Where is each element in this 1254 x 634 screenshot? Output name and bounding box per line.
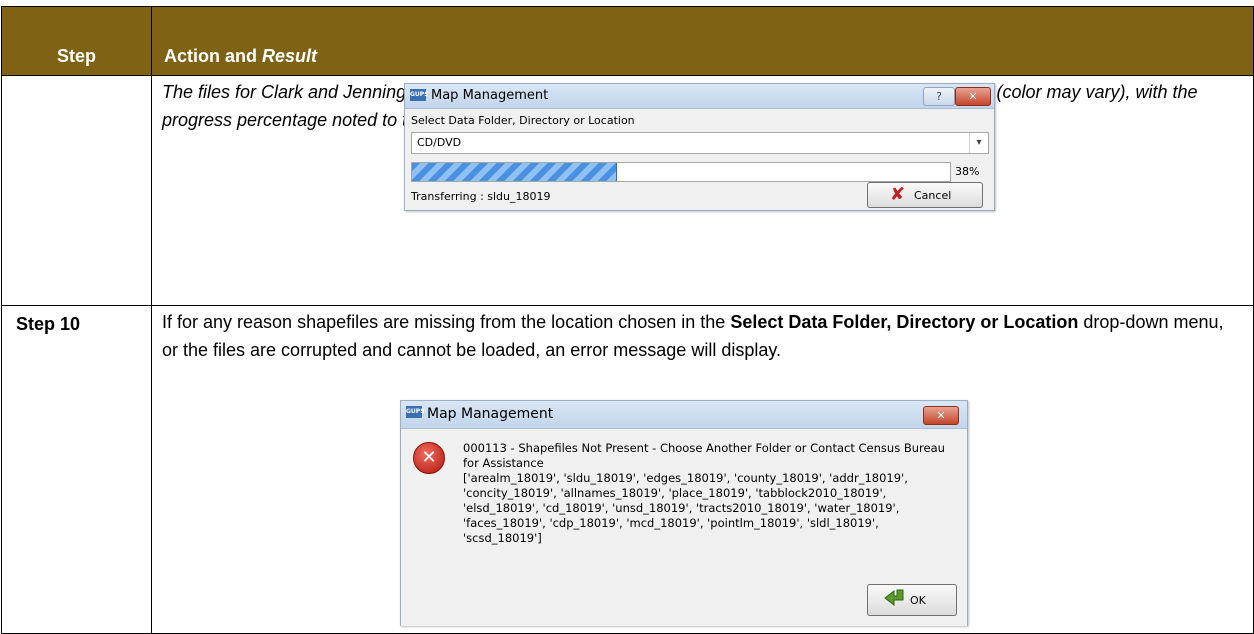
header-row: Step Action and Result: [1, 6, 1254, 76]
dialog-title: Map Management: [431, 88, 549, 103]
step-cell-empty: [1, 75, 152, 306]
close-icon[interactable]: ✕: [955, 87, 991, 106]
location-label: Select Data Folder, Directory or Locatio…: [411, 114, 635, 127]
close-icon[interactable]: ✕: [923, 406, 959, 425]
app-icon: GUPS: [406, 406, 425, 418]
dialog-titlebar: GUPS Map Management ? ✕: [405, 84, 994, 109]
table-row: Step 10 If for any reason shapefiles are…: [1, 305, 1254, 634]
action-text-a: If for any reason shapefiles are missing…: [162, 312, 731, 332]
table-row: The files for Clark and Jennings Countie…: [1, 75, 1254, 306]
steps-table: Step Action and Result The files for Cla…: [1, 6, 1254, 634]
action-cell: If for any reason shapefiles are missing…: [151, 305, 1254, 634]
location-dropdown[interactable]: CD/DVD ▾: [411, 132, 989, 154]
row-content: If for any reason shapefiles are missing…: [152, 306, 1253, 626]
dialog-title: Map Management: [427, 406, 554, 422]
app-icon: GUPS: [410, 89, 429, 101]
action-text: If for any reason shapefiles are missing…: [152, 306, 1253, 364]
error-icon: ✕: [413, 442, 445, 474]
action-cell: The files for Clark and Jennings Countie…: [151, 75, 1254, 306]
ok-label: OK: [910, 594, 926, 607]
progress-percent: 38%: [955, 165, 980, 178]
action-column-header: Action and Result: [151, 6, 1254, 76]
cancel-label: Cancel: [914, 189, 952, 202]
map-management-progress-dialog: GUPS Map Management ? ✕ Select Data Fold…: [404, 83, 995, 211]
row-content: The files for Clark and Jennings Countie…: [152, 76, 1253, 211]
result-header-text: Result: [262, 46, 318, 66]
ok-button[interactable]: OK: [867, 584, 957, 616]
cancel-button[interactable]: ✘ Cancel: [867, 182, 983, 208]
cancel-icon: ✘: [890, 184, 906, 205]
dropdown-value: CD/DVD: [417, 136, 462, 149]
help-icon[interactable]: ?: [923, 87, 955, 106]
action-header-text: Action and: [164, 46, 262, 66]
dropdown-arrow-icon[interactable]: ▾: [969, 133, 988, 153]
step-column-header: Step: [1, 6, 152, 76]
dialog-titlebar: GUPS Map Management ✕: [401, 401, 967, 429]
transfer-status: Transferring : sldu_18019: [411, 190, 551, 203]
progress-bar: [411, 162, 951, 182]
progress-fill: [412, 163, 618, 181]
map-management-error-dialog: GUPS Map Management ✕ ✕ 000113 - Shapefi…: [400, 400, 968, 626]
error-message: 000113 - Shapefiles Not Present - Choose…: [463, 441, 945, 545]
ok-arrow-icon: [884, 589, 904, 607]
step-cell: Step 10: [1, 305, 152, 634]
action-text-bold: Select Data Folder, Directory or Locatio…: [730, 312, 1079, 332]
